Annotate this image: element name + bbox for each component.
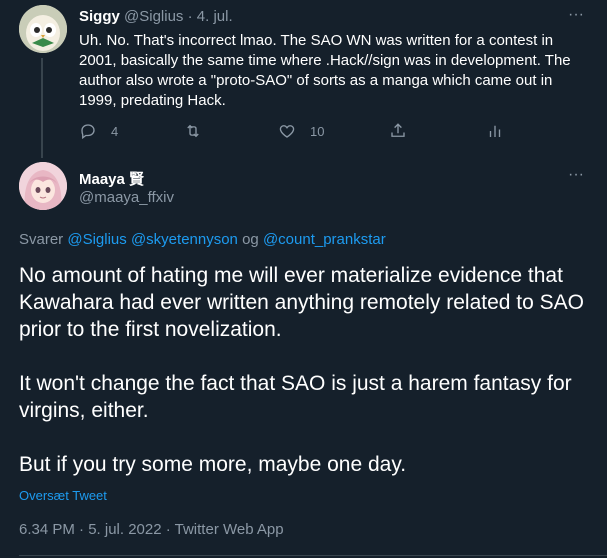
retweet-button[interactable] [184,121,202,141]
display-name[interactable]: Siggy [79,8,120,25]
replying-prefix: Svarer [19,231,64,248]
tweet-thread: Siggy @Siglius · 4. jul. ··· Uh. No. Tha… [0,0,607,558]
reply-icon [81,124,95,140]
owl-avatar-icon [19,5,67,53]
parent-tweet-header: Siggy @Siglius · 4. jul. [79,8,233,28]
main-tweet-text: No amount of hating me will ever materia… [19,262,589,478]
tweet-timestamp[interactable]: 6.34 PM · 5. jul. 2022 · Twitter Web App [19,521,284,538]
parent-tweet[interactable]: Siggy @Siglius · 4. jul. ··· Uh. No. Tha… [0,0,607,158]
replying-conjunction: og [242,231,259,248]
parent-tweet-text: Uh. No. That's incorrect lmao. The SAO W… [79,32,571,109]
display-name[interactable]: Maaya 賢 [79,168,144,189]
more-options-icon[interactable]: ··· [566,7,586,28]
like-button[interactable]: 10 [278,121,324,141]
translate-tweet-link[interactable]: Oversæt Tweet [19,488,107,503]
mention-link[interactable]: @skyetennyson [131,231,238,248]
reply-button[interactable]: 4 [79,121,118,141]
user-handle[interactable]: @Siglius [124,8,183,25]
heart-icon [279,125,295,138]
mention-link[interactable]: @count_prankstar [263,231,386,248]
tweet-actions: 4 10 [79,121,509,141]
avatar[interactable] [19,5,67,53]
like-count: 10 [310,123,325,139]
separator: · [187,8,193,25]
user-handle[interactable]: @maaya_ffxiv [79,189,174,206]
anime-girl-avatar-icon [19,162,67,210]
mention-link[interactable]: @Siglius [67,231,126,248]
analytics-button[interactable] [486,121,504,141]
divider [19,555,607,556]
tweet-paragraph: But if you try some more, maybe one day. [19,453,407,476]
share-button[interactable] [389,121,407,141]
tweet-date[interactable]: 4. jul. [197,8,233,25]
analytics-icon [489,125,501,137]
retweet-icon [187,124,199,138]
reply-count: 4 [111,123,119,139]
tweet-paragraph: It won't change the fact that SAO is jus… [19,372,572,422]
thread-connector [41,58,43,158]
more-options-icon[interactable]: ··· [566,167,586,188]
avatar[interactable] [19,162,67,210]
replying-to: Svarer @Siglius @skyetennyson og @count_… [19,231,386,248]
tweet-paragraph: No amount of hating me will ever materia… [19,264,584,341]
share-icon [391,123,405,137]
